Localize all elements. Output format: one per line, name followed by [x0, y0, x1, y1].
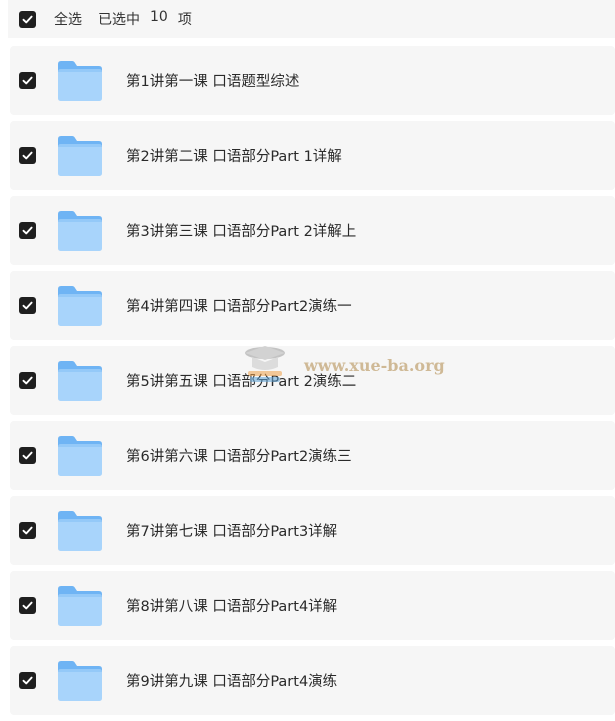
select-all-label[interactable]: 全选 — [54, 9, 82, 29]
select-all-checkbox[interactable] — [19, 10, 36, 28]
folder-row[interactable]: 第2讲第二课 口语部分Part 1详解 — [10, 121, 615, 190]
folder-row[interactable]: 第4讲第四课 口语部分Part2演练一 — [10, 271, 615, 340]
folder-name[interactable]: 第9讲第九课 口语部分Part4演练 — [126, 670, 337, 691]
row-checkbox[interactable] — [19, 147, 36, 164]
folder-name[interactable]: 第2讲第二课 口语部分Part 1详解 — [126, 145, 342, 166]
row-checkbox[interactable] — [19, 522, 36, 539]
folder-icon — [57, 510, 103, 552]
folder-row[interactable]: 第9讲第九课 口语部分Part4演练 — [10, 646, 615, 715]
select-all-bar: 全选 已选中 10 项 — [8, 0, 615, 38]
folder-row[interactable]: 第8讲第八课 口语部分Part4详解 — [10, 571, 615, 640]
folder-row[interactable]: 第1讲第一课 口语题型综述 — [10, 46, 615, 115]
checkmark-icon — [22, 15, 33, 23]
row-checkbox[interactable] — [19, 672, 36, 689]
folder-name[interactable]: 第8讲第八课 口语部分Part4详解 — [126, 595, 337, 616]
checkmark-icon — [22, 601, 33, 610]
folder-name[interactable]: 第6讲第六课 口语部分Part2演练三 — [126, 445, 352, 466]
row-checkbox[interactable] — [19, 597, 36, 614]
selected-count: 10 — [150, 9, 168, 25]
row-checkbox[interactable] — [19, 297, 36, 314]
folder-name[interactable]: 第4讲第四课 口语部分Part2演练一 — [126, 295, 352, 316]
row-checkbox[interactable] — [19, 372, 36, 389]
folder-name[interactable]: 第7讲第七课 口语部分Part3详解 — [126, 520, 337, 541]
checkmark-icon — [22, 676, 33, 685]
row-checkbox[interactable] — [19, 222, 36, 239]
folder-row[interactable]: 第6讲第六课 口语部分Part2演练三 — [10, 421, 615, 490]
folder-icon — [57, 435, 103, 477]
selected-prefix: 已选中 — [98, 12, 140, 28]
folder-list: 第1讲第一课 口语题型综述第2讲第二课 口语部分Part 1详解 第3讲第三课 口… — [10, 46, 615, 721]
folder-row[interactable]: 第5讲第五课 口语部分Part 2演练二 — [10, 346, 615, 415]
folder-icon — [57, 360, 103, 402]
folder-name[interactable]: 第1讲第一课 口语题型综述 — [126, 70, 299, 91]
selection-summary: 全选 已选中 10 项 — [54, 9, 192, 29]
checkmark-icon — [22, 226, 33, 235]
row-checkbox[interactable] — [19, 72, 36, 89]
checkmark-icon — [22, 526, 33, 535]
folder-row[interactable]: 第3讲第三课 口语部分Part 2详解上 — [10, 196, 615, 265]
folder-icon — [57, 60, 103, 102]
folder-name[interactable]: 第3讲第三课 口语部分Part 2详解上 — [126, 220, 356, 241]
checkmark-icon — [22, 301, 33, 310]
folder-name[interactable]: 第5讲第五课 口语部分Part 2演练二 — [126, 370, 356, 391]
checkmark-icon — [22, 451, 33, 460]
checkmark-icon — [22, 376, 33, 385]
row-checkbox[interactable] — [19, 447, 36, 464]
folder-icon — [57, 660, 103, 702]
folder-row[interactable]: 第7讲第七课 口语部分Part3详解 — [10, 496, 615, 565]
selected-suffix: 项 — [177, 12, 192, 28]
folder-icon — [57, 585, 103, 627]
checkmark-icon — [22, 151, 33, 160]
folder-icon — [57, 285, 103, 327]
folder-icon — [57, 210, 103, 252]
checkmark-icon — [22, 76, 33, 85]
folder-icon — [57, 135, 103, 177]
